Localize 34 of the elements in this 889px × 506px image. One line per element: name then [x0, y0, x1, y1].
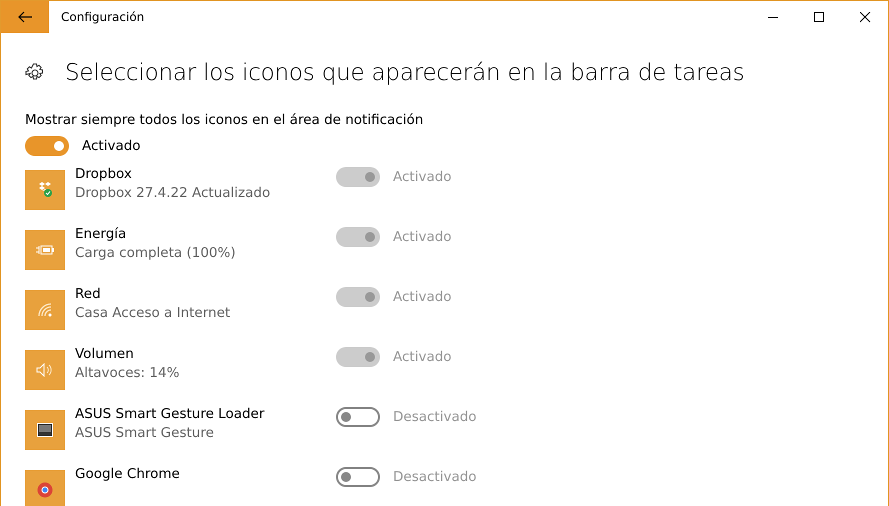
app-name: Google Chrome — [75, 465, 181, 483]
toggle-state-text: Activado — [393, 169, 452, 185]
maximize-icon — [814, 12, 824, 22]
app-name: Dropbox — [75, 165, 133, 183]
boxes-check-icon — [37, 182, 53, 198]
app-detail: Dropbox 27.4.22 Actualizado — [75, 184, 272, 203]
wifi-icon — [38, 303, 52, 317]
toggle-state-text: Activado — [393, 349, 452, 365]
speaker-icon — [36, 363, 54, 377]
app-name: Red — [75, 285, 102, 303]
toggle-switch[interactable] — [336, 407, 380, 427]
toggle-state-text: Activado — [393, 229, 452, 245]
app-name: Volumen — [75, 345, 135, 363]
toggle-state-text: Desactivado — [393, 409, 477, 425]
close-icon — [860, 12, 870, 22]
battery-plug-icon — [36, 244, 54, 256]
toggle-state-text: Activado — [393, 289, 452, 305]
toggle-state-text: Activado — [82, 138, 141, 154]
toggle-state-text: Desactivado — [393, 469, 477, 485]
app-name: ASUS Smart Gesture Loader — [75, 405, 266, 423]
app-detail: ASUS Smart Gesture — [75, 424, 215, 443]
page-heading: Seleccionar los iconos que aparecerán en la barra de tareas — [65, 60, 744, 86]
app-name: Energía — [75, 225, 128, 243]
back-button[interactable] — [1, 1, 49, 33]
toggle-switch[interactable] — [336, 467, 380, 487]
toggle-switch[interactable] — [25, 136, 69, 156]
app-detail: Casa Acceso a Internet — [75, 304, 232, 323]
app-detail: Altavoces: 14% — [75, 364, 180, 383]
touchpad-icon — [37, 423, 53, 437]
setting-label: Mostrar siempre todos los iconos en el área de notificación — [25, 112, 424, 128]
app-detail: Carga completa (100%) — [75, 244, 237, 263]
back-arrow-icon — [18, 11, 32, 23]
window-title: Configuración — [61, 10, 146, 24]
chrome-icon — [37, 482, 53, 498]
